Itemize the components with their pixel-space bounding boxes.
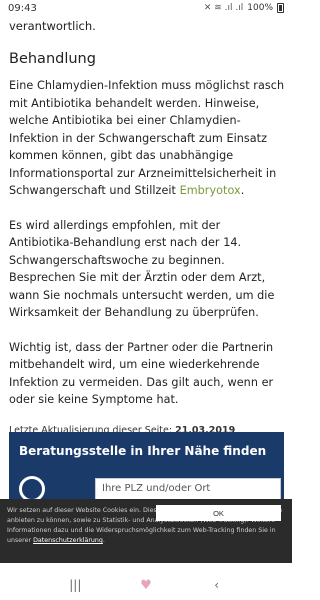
cookie-text-end: . xyxy=(102,537,105,544)
home-heart-icon[interactable]: ♥ xyxy=(131,578,161,593)
battery-icon xyxy=(277,3,284,13)
plz-input[interactable]: Ihre PLZ und/oder Ort xyxy=(95,478,281,500)
status-time: 09:43 xyxy=(8,2,37,14)
cookie-banner: Wir setzen auf dieser Website Cookies ei… xyxy=(0,499,292,563)
paragraph-treatment-end: . xyxy=(240,184,245,197)
embryotox-link[interactable]: Embryotox xyxy=(180,184,241,197)
section-heading: Behandlung xyxy=(9,51,96,67)
navigation-bar: ||| ♥ ‹ xyxy=(0,570,292,600)
article-fragment: verantwortlich. xyxy=(9,19,96,33)
paragraph-treatment-text: Eine Chlamydien-Infektion muss möglichst… xyxy=(9,79,285,197)
advice-center-title: Beratungsstelle in Ihrer Nähe finden xyxy=(19,444,267,458)
back-icon[interactable]: ‹ xyxy=(202,578,232,592)
paragraph-partner: Wichtig ist, dass der Partner oder die P… xyxy=(9,340,274,407)
recents-icon[interactable]: ||| xyxy=(60,578,90,592)
paragraph-treatment: Eine Chlamydien-Infektion muss möglichst… xyxy=(9,77,285,200)
status-right: ✕ ≋ .ıl .ıl 100% xyxy=(204,3,284,13)
cookie-ok-button[interactable]: OK xyxy=(156,505,281,521)
status-icons: ✕ ≋ .ıl .ıl xyxy=(203,3,244,13)
article-content: verantwortlich. Behandlung Eine Chlamydi… xyxy=(9,16,285,438)
privacy-policy-link[interactable]: Datenschutzerklärung xyxy=(33,537,103,544)
battery-percent: 100% xyxy=(247,3,273,13)
paragraph-timing: Es wird allerdings empfohlen, mit der An… xyxy=(9,218,275,320)
status-bar: 09:43 ✕ ≋ .ıl .ıl 100% xyxy=(0,0,292,16)
